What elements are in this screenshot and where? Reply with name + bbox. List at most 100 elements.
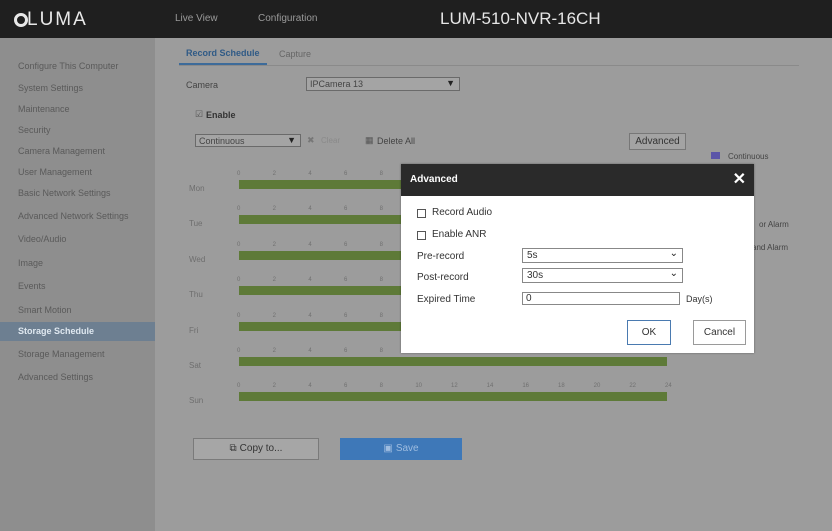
postrecord-label: Post-record (417, 272, 469, 283)
hour-tick: 4 (308, 241, 312, 248)
hour-tick: 0 (237, 171, 241, 177)
copy-to-button[interactable]: ⧉ Copy to... (193, 438, 319, 460)
copy-to-label: Copy to... (239, 443, 283, 454)
hour-tick: 6 (344, 241, 348, 248)
save-button[interactable]: ▣ Save (340, 438, 462, 460)
sidebar-item-security[interactable]: Security (18, 125, 51, 135)
advanced-button[interactable]: Advanced (629, 133, 686, 150)
hour-tick: 0 (237, 383, 241, 390)
hour-tick: 2 (272, 383, 276, 390)
hour-tick: 6 (344, 206, 348, 213)
hour-tick: 0 (237, 348, 241, 354)
nav-live-view[interactable]: Live View (175, 13, 218, 24)
hour-tick: 8 (379, 206, 383, 213)
day-label-thu: Thu (189, 290, 203, 300)
nav-configuration[interactable]: Configuration (258, 13, 317, 24)
tab-record-schedule[interactable]: Record Schedule (186, 48, 260, 58)
hour-tick: 0 (237, 312, 241, 319)
hour-tick: 2 (272, 312, 276, 319)
schedule-bar-sun[interactable] (239, 392, 667, 402)
sidebar-item-basic-network[interactable]: Basic Network Settings (18, 188, 111, 198)
record-audio-checkbox[interactable] (417, 209, 426, 218)
record-mode-value: Continuous (199, 136, 245, 146)
sidebar-item-camera-management[interactable]: Camera Management (18, 146, 105, 156)
hour-tick: 0 (237, 241, 241, 248)
hour-tick: 10 (415, 383, 423, 390)
sidebar-item-storage-schedule[interactable]: Storage Schedule (0, 322, 155, 341)
schedule-bar-sat[interactable] (239, 357, 667, 366)
hour-tick: 12 (451, 383, 458, 390)
day-label-sun: Sun (189, 396, 204, 406)
sidebar-item-user-management[interactable]: User Management (18, 167, 92, 177)
chevron-down-icon: ▼ (446, 78, 455, 88)
hour-tick: 0 (237, 277, 241, 284)
hour-tick: 8 (379, 383, 383, 390)
hour-tick: 6 (344, 171, 348, 177)
prerecord-value: 5s (527, 250, 538, 261)
dialog-header: Advanced ✕ (401, 164, 754, 196)
sidebar-item-advanced-settings[interactable]: Advanced Settings (18, 372, 93, 382)
sidebar-item-image[interactable]: Image (18, 258, 43, 268)
sidebar-item-events[interactable]: Events (18, 281, 46, 291)
postrecord-select[interactable]: 30s ⌄ (522, 268, 683, 283)
sidebar-item-maintenance[interactable]: Maintenance (18, 104, 70, 114)
advanced-dialog: Advanced ✕ Record Audio Enable ANR Pre-r… (401, 164, 754, 353)
logo-ring-icon (14, 13, 28, 27)
enable-label: Enable (206, 110, 236, 120)
top-bar: LUMA Live View Configuration LUM-510-NVR… (0, 0, 832, 38)
hour-tick: 2 (272, 277, 276, 284)
sidebar: Configure This Computer System Settings … (0, 38, 155, 531)
ok-button[interactable]: OK (627, 320, 671, 345)
hour-tick: 4 (308, 171, 312, 177)
expired-time-unit: Day(s) (686, 294, 713, 304)
expired-time-label: Expired Time (417, 294, 476, 305)
hour-tick: 6 (344, 348, 348, 354)
chevron-down-icon: ⌄ (669, 268, 678, 279)
sidebar-item-video-audio[interactable]: Video/Audio (18, 234, 66, 244)
hour-tick: 2 (272, 206, 276, 213)
sidebar-item-smart-motion[interactable]: Smart Motion (18, 305, 72, 315)
sidebar-item-storage-management[interactable]: Storage Management (18, 349, 105, 359)
legend-and-alarm-label: and Alarm (752, 243, 789, 252)
enable-checkbox[interactable]: ☑ (195, 109, 203, 120)
sidebar-item-label: Storage Schedule (18, 326, 95, 336)
prerecord-select[interactable]: 5s ⌄ (522, 248, 683, 263)
expired-time-input[interactable] (522, 292, 680, 305)
hour-tick: 14 (486, 383, 494, 390)
hour-tick: 6 (344, 383, 348, 390)
delete-all-icon[interactable]: ▦ (365, 135, 374, 146)
cancel-button[interactable]: Cancel (693, 320, 746, 345)
sidebar-item-advanced-network[interactable]: Advanced Network Settings (18, 211, 129, 221)
day-label-tue: Tue (189, 219, 203, 229)
clear-label[interactable]: Clear (321, 136, 340, 145)
hour-tick: 16 (522, 383, 530, 390)
hour-tick: 4 (308, 206, 312, 213)
delete-all-label[interactable]: Delete All (377, 136, 415, 146)
legend-continuous-label: Continuous (728, 152, 769, 161)
sidebar-item-system-settings[interactable]: System Settings (18, 83, 83, 93)
enable-anr-label: Enable ANR (432, 229, 487, 240)
enable-anr-checkbox[interactable] (417, 231, 426, 240)
sidebar-item-configure-this-computer[interactable]: Configure This Computer (18, 61, 118, 71)
hour-tick: 20 (593, 383, 601, 390)
hour-tick: 0 (237, 206, 241, 213)
camera-select-value: IPCamera 13 (310, 79, 364, 89)
record-audio-label: Record Audio (432, 207, 493, 218)
tab-divider (179, 65, 799, 66)
camera-label: Camera (186, 80, 219, 90)
hour-tick: 18 (558, 383, 565, 390)
day-label-sat: Sat (189, 361, 202, 370)
device-title: LUM-510-NVR-16CH (440, 9, 601, 28)
dialog-title: Advanced (410, 174, 458, 185)
hour-tick: 24 (665, 383, 672, 390)
legend-continuous-swatch (711, 152, 720, 159)
record-mode-select[interactable]: Continuous ▼ (195, 134, 301, 147)
close-icon[interactable]: ✕ (733, 169, 746, 189)
tab-capture[interactable]: Capture (279, 49, 311, 59)
hour-tick: 4 (308, 348, 312, 354)
camera-select[interactable]: IPCamera 13 ▼ (306, 77, 460, 91)
hour-tick: 4 (308, 383, 312, 390)
clear-icon[interactable]: ✖ (307, 135, 315, 146)
hour-tick: 22 (629, 383, 637, 390)
hour-tick: 8 (379, 312, 383, 319)
